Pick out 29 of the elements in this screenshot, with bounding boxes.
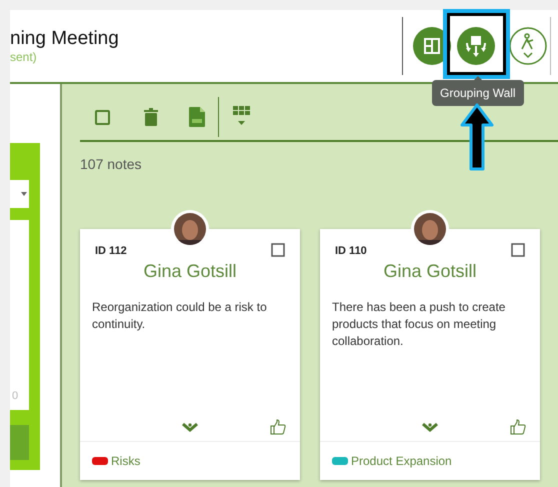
category-label[interactable]: Risks (111, 452, 140, 470)
chevron-icon[interactable] (422, 422, 438, 432)
person-icon[interactable] (509, 27, 547, 65)
dropdown-field[interactable] (10, 180, 29, 208)
trash-icon[interactable] (144, 108, 158, 126)
meeting-title: ning Meeting (10, 26, 120, 50)
category-label[interactable]: Product Expansion (351, 452, 452, 470)
note-id: ID 110 (335, 244, 367, 259)
note-text: Reorganization could be a risk to continuity. (91, 298, 268, 332)
arrow-icon (460, 103, 494, 171)
tooltip: Grouping Wall (432, 80, 524, 106)
author-name: Gina Gotsill (142, 260, 238, 282)
caret-icon (21, 192, 27, 196)
tooltip-pointer-icon (474, 76, 482, 80)
chevron-icon[interactable] (182, 422, 198, 432)
meeting-subtitle: sent) (10, 50, 38, 66)
thumbs-up-icon[interactable] (510, 419, 526, 435)
note-id: ID 112 (95, 244, 127, 259)
grouping-icon[interactable] (457, 27, 495, 65)
note-text: There has been a push to create products that focus on meeting collaboration. (331, 298, 506, 350)
thumbs-up-icon[interactable] (270, 419, 286, 435)
character-counter: 0 (12, 388, 18, 404)
spreadsheet-icon[interactable] (189, 107, 205, 127)
checkbox[interactable] (271, 243, 285, 257)
checkbox[interactable] (511, 243, 525, 257)
notes-count: 107 notes (80, 155, 142, 174)
checkbox-icon[interactable] (95, 110, 110, 124)
board-icon[interactable] (413, 27, 451, 65)
author-name: Gina Gotsill (382, 260, 478, 282)
